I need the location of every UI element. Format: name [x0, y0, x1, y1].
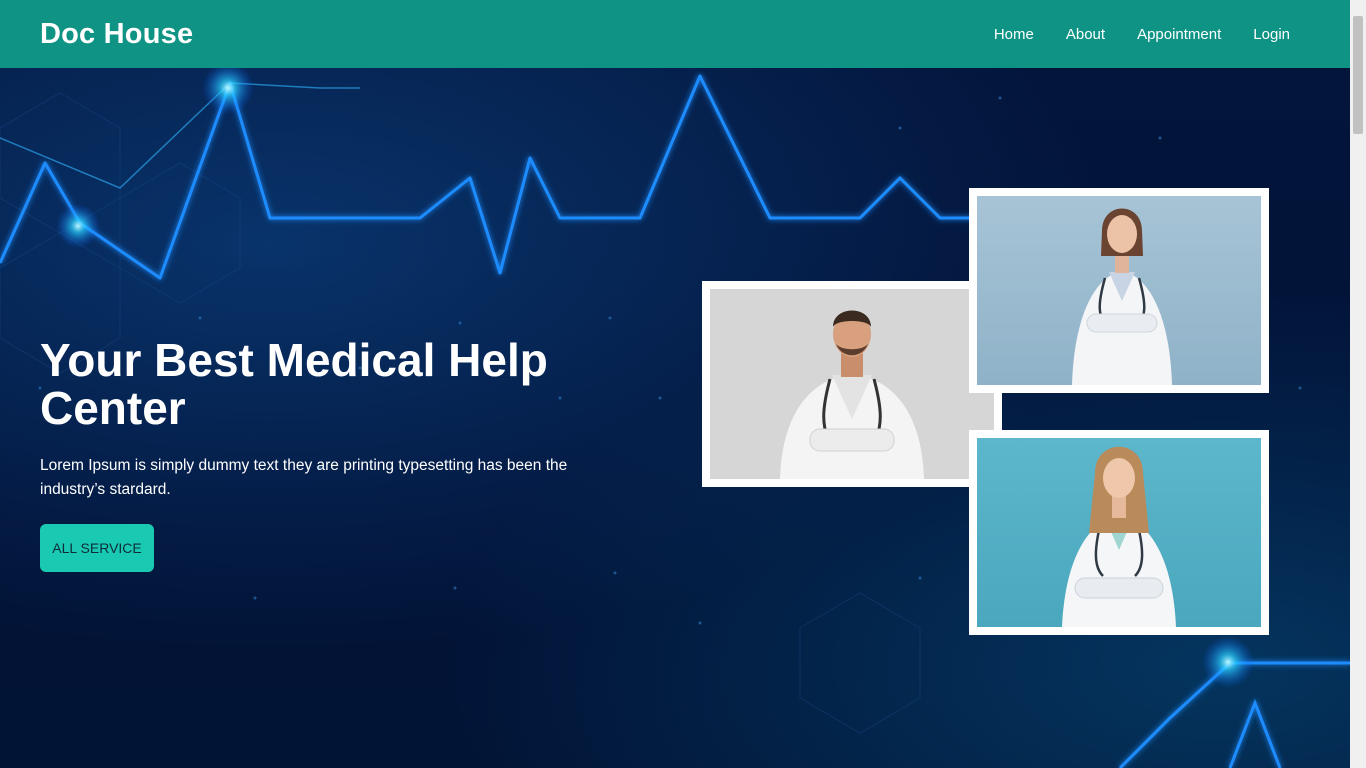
doctor-photo-frame-female-2 — [969, 430, 1269, 635]
doctor-photo-frame-male — [702, 281, 1002, 487]
hero-section: Your Best Medical Help Center Lorem Ipsu… — [0, 68, 1350, 768]
all-service-button[interactable]: ALL SERVICE — [40, 524, 154, 572]
female-doctor-image-2 — [977, 438, 1261, 627]
male-doctor-image — [710, 289, 994, 479]
hero-subtitle: Lorem Ipsum is simply dummy text they ar… — [40, 457, 568, 498]
female-doctor-image-1 — [977, 196, 1261, 385]
doctor-photo-frame-female-1 — [969, 188, 1269, 393]
main-nav: Home About Appointment Login — [994, 26, 1290, 43]
nav-about-link[interactable]: About — [1066, 26, 1105, 43]
nav-home-link[interactable]: Home — [994, 26, 1034, 43]
page-scrollbar[interactable] — [1350, 0, 1366, 768]
hero-title: Your Best Medical Help Center — [40, 334, 548, 434]
nav-appointment-link[interactable]: Appointment — [1137, 26, 1221, 43]
navbar: Doc House Home About Appointment Login — [0, 0, 1350, 68]
hero-text-block: Your Best Medical Help Center Lorem Ipsu… — [40, 336, 640, 572]
nav-login-link[interactable]: Login — [1253, 26, 1290, 43]
brand-logo[interactable]: Doc House — [40, 18, 193, 51]
scrollbar-thumb[interactable] — [1353, 16, 1363, 134]
